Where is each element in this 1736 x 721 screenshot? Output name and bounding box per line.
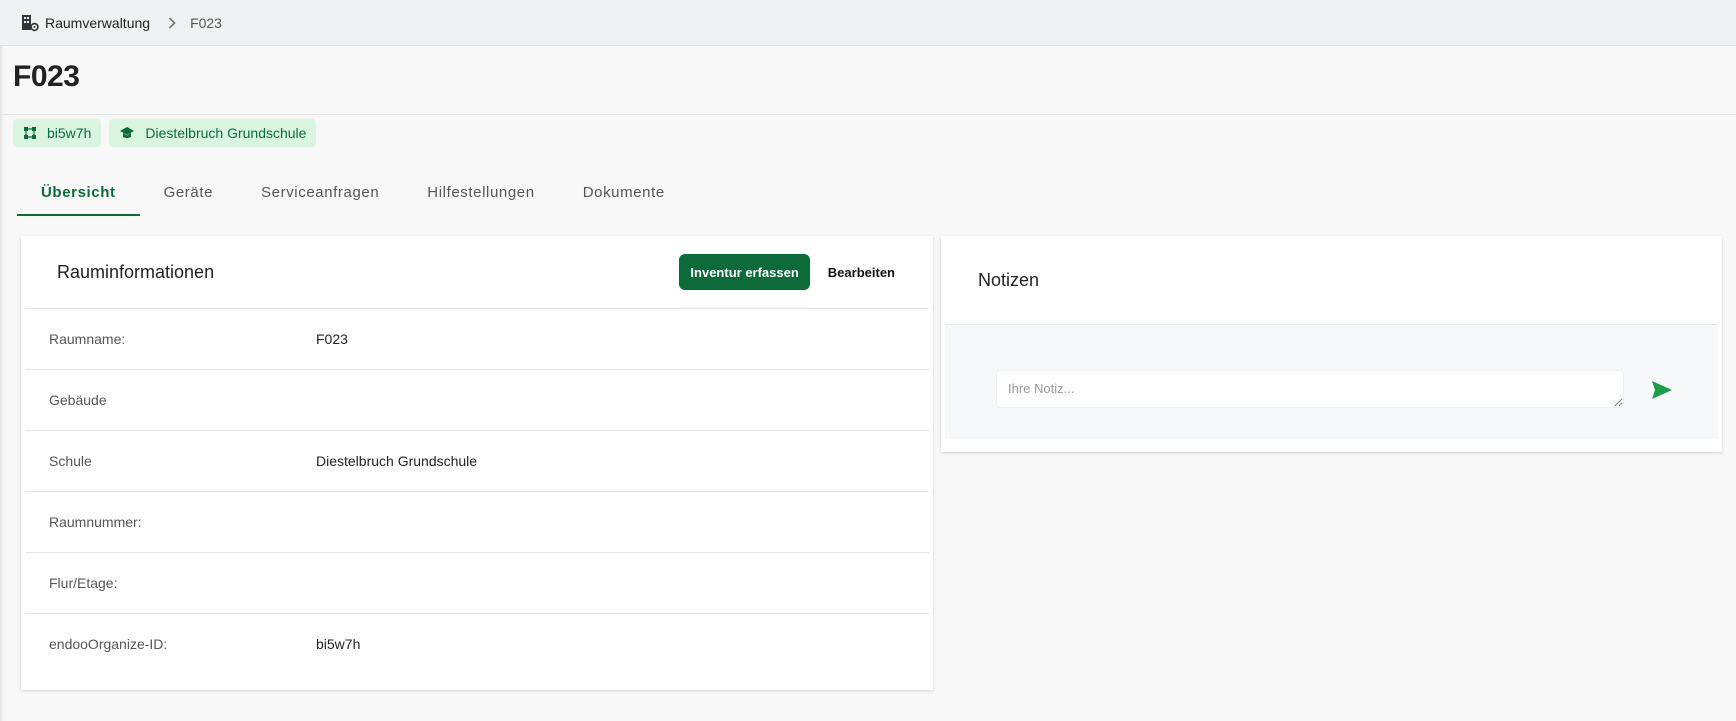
info-label: Schule xyxy=(49,453,92,469)
send-icon[interactable] xyxy=(1649,377,1675,403)
info-value: Diestelbruch Grundschule xyxy=(316,453,478,469)
page-title: F023 xyxy=(13,60,80,93)
notes-title: Notizen xyxy=(978,269,1040,290)
info-label: Flur/Etage: xyxy=(49,575,118,591)
tab-uebersicht[interactable]: Übersicht xyxy=(17,170,140,216)
tab-bar: Übersicht Geräte Serviceanfragen Hilfest… xyxy=(17,170,689,216)
notes-header: Notizen xyxy=(945,236,1718,325)
breadcrumb-bar: Raumverwaltung F023 xyxy=(0,0,1736,46)
info-row-flur: Flur/Etage: xyxy=(25,553,929,614)
chip-id-label: bi5w7h xyxy=(47,125,92,141)
building-settings-icon xyxy=(21,14,39,32)
school-cap-icon xyxy=(120,127,135,138)
info-label: Raumname: xyxy=(49,331,126,347)
tab-hilfestellungen[interactable]: Hilfestellungen xyxy=(403,170,558,214)
info-row-raumname: Raumname: F023 xyxy=(25,309,929,370)
header-divider xyxy=(0,114,1736,115)
inventory-button[interactable]: Inventur erfassen xyxy=(679,254,810,290)
room-info-title: Rauminformationen xyxy=(57,261,215,282)
notes-body xyxy=(945,325,1718,439)
room-info-header: Rauminformationen Inventur erfassen Bear… xyxy=(25,236,929,309)
chevron-right-icon xyxy=(168,16,176,29)
edit-button[interactable]: Bearbeiten xyxy=(816,254,907,290)
room-info-card: Rauminformationen Inventur erfassen Bear… xyxy=(21,236,933,690)
info-value: bi5w7h xyxy=(316,636,361,652)
chip-id[interactable]: bi5w7h xyxy=(13,119,102,147)
info-value: F023 xyxy=(316,331,348,347)
info-label: endooOrganize-ID: xyxy=(49,636,168,652)
breadcrumb-current: F023 xyxy=(190,14,222,31)
breadcrumb-root-link[interactable]: Raumverwaltung xyxy=(45,15,150,31)
info-row-schule: Schule Diestelbruch Grundschule xyxy=(25,431,929,492)
note-input[interactable] xyxy=(996,370,1624,408)
info-row-organize-id: endooOrganize-ID: bi5w7h xyxy=(25,614,929,674)
info-row-gebaeude: Gebäude xyxy=(25,370,929,431)
tab-geraete[interactable]: Geräte xyxy=(140,170,237,214)
tag-chips: bi5w7h Diestelbruch Grundschule xyxy=(13,119,317,147)
tab-serviceanfragen[interactable]: Serviceanfragen xyxy=(237,170,403,214)
chip-school-label: Diestelbruch Grundschule xyxy=(145,125,307,141)
info-label: Gebäude xyxy=(49,392,107,408)
tab-dokumente[interactable]: Dokumente xyxy=(559,170,689,214)
chip-school[interactable]: Diestelbruch Grundschule xyxy=(109,119,317,147)
notes-card: Notizen xyxy=(941,236,1722,452)
network-icon xyxy=(24,127,36,139)
info-label: Raumnummer: xyxy=(49,514,142,530)
info-row-raumnummer: Raumnummer: xyxy=(25,492,929,553)
